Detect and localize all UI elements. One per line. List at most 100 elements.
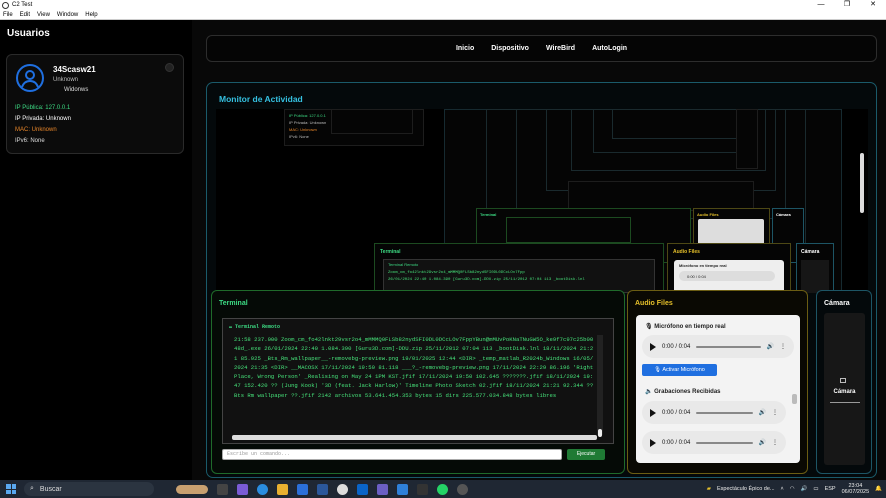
- menu-help[interactable]: Help: [85, 12, 97, 18]
- user-ipv6: IPv6: None: [15, 138, 45, 144]
- windows-start-icon[interactable]: [6, 484, 16, 494]
- mirror-audio-mid-title: Audio Files: [697, 212, 719, 217]
- play-icon[interactable]: [650, 342, 656, 351]
- play-icon[interactable]: [650, 438, 656, 447]
- mirror-terminal-mid-title: Terminal: [480, 212, 497, 217]
- whatsapp-icon[interactable]: [437, 483, 448, 495]
- mirror-terminal: Terminal Terminal Remoto Zoom_cm_fo42lnk…: [374, 243, 664, 293]
- clock[interactable]: 23:04 06/07/2025: [842, 483, 870, 495]
- activate-mic-button[interactable]: 🎙 Activar Micrófono: [642, 364, 717, 376]
- clock-date: 06/07/2025: [841, 489, 870, 495]
- taskbar: ⌕ Buscar ▰ Espectáculo Épico de... ˄ ◠ 🔊…: [0, 480, 886, 498]
- terminal-h-scrollbar[interactable]: [232, 435, 597, 440]
- recording-progress[interactable]: [696, 441, 753, 444]
- monitor-title: Monitor de Actividad: [219, 94, 303, 104]
- mirror-user-card-2: [331, 109, 413, 134]
- c2-app-icon[interactable]: [457, 483, 468, 495]
- terminal-scroll-thumb[interactable]: [598, 429, 602, 437]
- outlook-icon[interactable]: [357, 483, 368, 495]
- volume-icon[interactable]: 🔊: [759, 439, 766, 446]
- weather-widget-icon[interactable]: [176, 484, 208, 494]
- camera-icon: [840, 378, 846, 383]
- user-options-icon[interactable]: [165, 63, 174, 72]
- activate-mic-label: Activar Micrófono: [662, 367, 705, 373]
- store-icon[interactable]: [297, 483, 308, 495]
- audio-title: Audio Files: [635, 300, 673, 307]
- volume-icon[interactable]: 🔊: [767, 343, 774, 350]
- volume-icon[interactable]: 🔊: [759, 409, 766, 416]
- live-audio-player[interactable]: 0:00 / 0:04 🔊 ⋮: [642, 335, 794, 358]
- chrome-icon[interactable]: [337, 483, 348, 495]
- mirror-terminal-title: Terminal: [380, 249, 401, 255]
- camera-label: Cámara: [833, 389, 856, 395]
- minimize-button[interactable]: —: [808, 0, 834, 10]
- more-options-icon[interactable]: ⋮: [780, 343, 786, 350]
- mirror-ip-private: IP Privada: Unknown: [289, 120, 327, 125]
- word-icon[interactable]: [317, 483, 328, 495]
- camera-divider: [830, 402, 860, 403]
- run-command-button[interactable]: Ejecutar: [567, 449, 605, 460]
- play-icon[interactable]: [650, 408, 656, 417]
- user-card[interactable]: 34Scasw21 Unknown Widonws IP Pública: 12…: [6, 54, 184, 154]
- more-options-icon[interactable]: ⋮: [772, 409, 778, 416]
- speaker-icon[interactable]: 🔊: [801, 486, 808, 492]
- file-explorer-icon[interactable]: [277, 483, 288, 495]
- media-icon[interactable]: ▰: [707, 486, 711, 492]
- close-button[interactable]: ✕: [860, 0, 886, 10]
- recording-player[interactable]: 0:00 / 0:04 🔊 ⋮: [642, 431, 786, 454]
- recordings-scrollbar[interactable]: [792, 394, 797, 404]
- nav-wirebird[interactable]: WireBird: [546, 45, 575, 52]
- notification-text[interactable]: Espectáculo Épico de...: [717, 486, 774, 492]
- window-title: C2 Test: [12, 2, 33, 8]
- nav-dispositivo[interactable]: Dispositivo: [491, 45, 529, 52]
- mirror-terminal-box: Terminal Remoto Zoom_cm_fo42lnkt29vsr2o4…: [383, 259, 655, 293]
- copilot-icon[interactable]: [237, 483, 248, 495]
- recordings-section: 🔈 Grabaciones Recibidas: [645, 389, 721, 395]
- edge-icon[interactable]: [257, 483, 268, 495]
- battery-icon[interactable]: ▭: [813, 486, 818, 492]
- nav-inicio[interactable]: Inicio: [456, 45, 474, 52]
- menu-edit[interactable]: Edit: [20, 12, 30, 18]
- live-audio-time: 0:00 / 0:04: [662, 343, 691, 350]
- recording-player[interactable]: 0:00 / 0:04 🔊 ⋮: [642, 401, 786, 424]
- task-view-icon[interactable]: [217, 483, 228, 495]
- tray-expand-icon[interactable]: ˄: [781, 486, 784, 492]
- mirror-ip-public: IP Pública: 127.0.0.1: [289, 113, 326, 118]
- user-name: 34Scasw21: [53, 65, 96, 74]
- teams-icon[interactable]: [377, 483, 388, 495]
- system-tray: ▰ Espectáculo Épico de... ˄ ◠ 🔊 ▭ ESP 23…: [707, 480, 882, 498]
- remote-screen-scrollbar[interactable]: [860, 153, 864, 213]
- terminal-header-text: Terminal Remoto: [235, 324, 281, 330]
- user-mac: MAC: Unknown: [15, 127, 57, 133]
- remote-screen[interactable]: IP Pública: 127.0.0.1 IP Privada: Unknow…: [216, 109, 868, 293]
- user-private-ip: IP Privada: Unknown: [15, 116, 71, 122]
- mirror-terminal-inner: [506, 217, 631, 243]
- mirror-camera: Cámara: [796, 243, 834, 293]
- recording-progress[interactable]: [696, 411, 753, 414]
- wifi-icon[interactable]: ◠: [790, 486, 795, 492]
- terminal-icon[interactable]: [417, 483, 428, 495]
- live-audio-progress[interactable]: [696, 345, 761, 348]
- mirror-audio-title: Audio Files: [673, 249, 700, 255]
- app-root: Usuarios 34Scasw21 Unknown Widonws IP Pú…: [0, 20, 886, 480]
- mic-label: Micrófono en tiempo real: [654, 324, 726, 330]
- language-indicator[interactable]: ESP: [825, 486, 836, 492]
- maximize-button[interactable]: ❐: [834, 0, 860, 10]
- search-label: Buscar: [39, 485, 62, 493]
- command-input[interactable]: Escribe un comando...: [222, 449, 562, 460]
- mirror-camera-card: [801, 260, 829, 293]
- more-options-icon[interactable]: ⋮: [772, 439, 778, 446]
- mirror-terminal-line2: 26/01/2024 22:40 1.084.390 [Guru3D.com]-…: [388, 278, 585, 282]
- menu-view[interactable]: View: [37, 12, 50, 18]
- vscode-icon[interactable]: [397, 483, 408, 495]
- terminal-title: Terminal: [219, 300, 248, 307]
- menu-file[interactable]: File: [3, 12, 13, 18]
- mic-section: 🎙 Micrófono en tiempo real: [645, 324, 726, 330]
- nav-autologin[interactable]: AutoLogin: [592, 45, 627, 52]
- top-nav: Inicio Dispositivo WireBird AutoLogin: [206, 35, 877, 62]
- menu-window[interactable]: Window: [57, 12, 78, 18]
- terminal-box: ▬ Terminal Remoto 21:58 237.000 Zoom_cm_…: [222, 318, 614, 444]
- terminal-scrollbar[interactable]: [597, 335, 603, 435]
- taskbar-search[interactable]: ⌕ Buscar: [24, 482, 154, 496]
- notification-bell-icon[interactable]: 🔔: [875, 486, 882, 492]
